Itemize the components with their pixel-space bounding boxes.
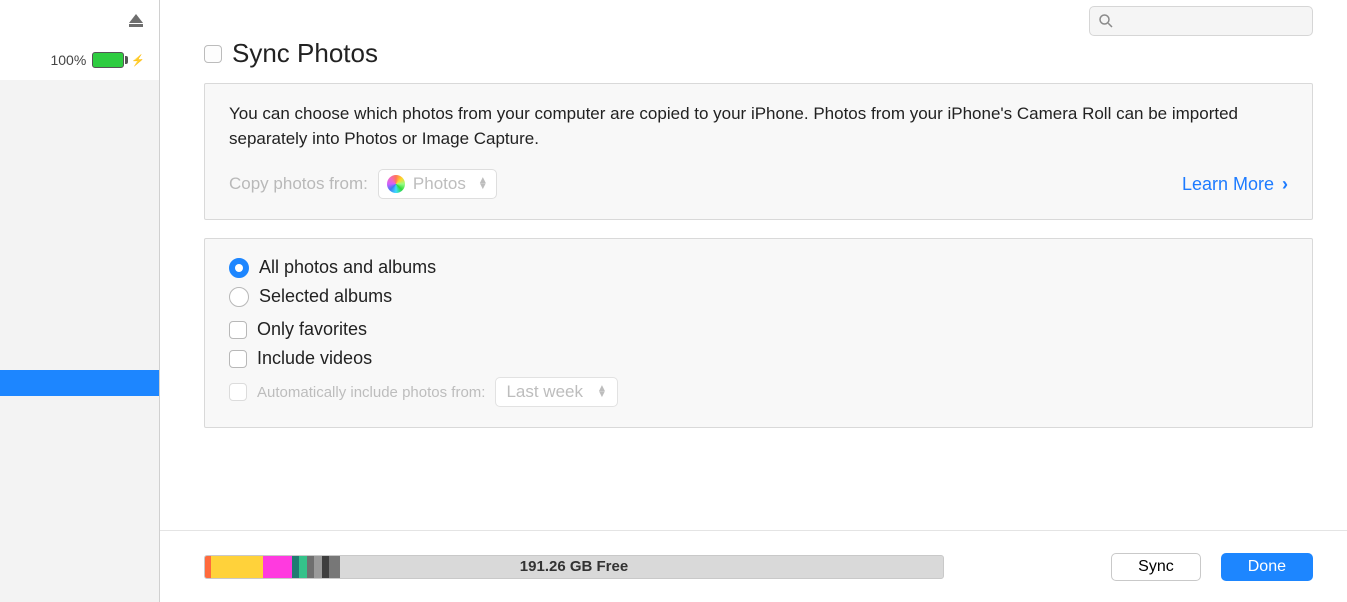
auto-include-row: Automatically include photos from: Last … xyxy=(229,377,1288,407)
radio-all[interactable] xyxy=(229,258,249,278)
chevron-right-icon: › xyxy=(1282,174,1288,195)
eject-button[interactable] xyxy=(129,14,143,23)
radio-all-row[interactable]: All photos and albums xyxy=(229,257,1288,278)
storage-bar: 191.26 GB Free xyxy=(204,555,944,579)
radio-selected-row[interactable]: Selected albums xyxy=(229,286,1288,307)
page-title: Sync Photos xyxy=(232,38,378,69)
learn-more-label: Learn More xyxy=(1182,174,1274,195)
include-videos-checkbox[interactable] xyxy=(229,350,247,368)
copy-from-value: Photos xyxy=(413,174,466,194)
sync-photos-checkbox[interactable] xyxy=(204,45,222,63)
auto-include-value: Last week xyxy=(506,382,583,402)
eject-icon xyxy=(129,14,143,23)
battery-icon xyxy=(92,52,124,68)
auto-include-label: Automatically include photos from: xyxy=(257,384,485,401)
content: Sync Photos You can choose which photos … xyxy=(160,0,1347,530)
copy-from-label: Copy photos from: xyxy=(229,174,368,194)
sync-button[interactable]: Sync xyxy=(1111,553,1201,581)
radio-all-label: All photos and albums xyxy=(259,257,436,278)
search-input[interactable] xyxy=(1089,6,1313,36)
search-icon xyxy=(1097,12,1115,34)
info-panel: You can choose which photos from your co… xyxy=(204,83,1313,220)
copy-row: Copy photos from: Photos ▲▼ Learn More › xyxy=(229,169,1288,199)
auto-include-checkbox[interactable] xyxy=(229,383,247,401)
sidebar-selected-item[interactable] xyxy=(0,370,159,396)
done-button[interactable]: Done xyxy=(1221,553,1313,581)
radio-selected[interactable] xyxy=(229,287,249,307)
favorites-label: Only favorites xyxy=(257,319,367,340)
main-pane: Sync Photos You can choose which photos … xyxy=(160,0,1347,602)
battery-indicator: 100% ⚡ xyxy=(50,52,145,68)
chevron-updown-icon: ▲▼ xyxy=(478,178,488,190)
auto-include-select[interactable]: Last week ▲▼ xyxy=(495,377,617,407)
sidebar-header xyxy=(0,0,159,80)
footer-bar: 191.26 GB Free Sync Done xyxy=(160,530,1347,602)
favorites-checkbox[interactable] xyxy=(229,321,247,339)
learn-more-link[interactable]: Learn More › xyxy=(1182,174,1288,195)
charging-icon: ⚡ xyxy=(131,54,145,67)
battery-percent: 100% xyxy=(50,52,86,68)
copy-from-select[interactable]: Photos ▲▼ xyxy=(378,169,497,199)
include-videos-label: Include videos xyxy=(257,348,372,369)
include-videos-row[interactable]: Include videos xyxy=(229,348,1288,369)
chevron-updown-icon: ▲▼ xyxy=(597,386,607,398)
radio-selected-label: Selected albums xyxy=(259,286,392,307)
favorites-row[interactable]: Only favorites xyxy=(229,319,1288,340)
sidebar: 100% ⚡ xyxy=(0,0,160,602)
photos-app-icon xyxy=(387,175,405,193)
options-panel: All photos and albums Selected albums On… xyxy=(204,238,1313,428)
storage-free-label: 191.26 GB Free xyxy=(205,556,943,578)
panel-description: You can choose which photos from your co… xyxy=(229,102,1288,151)
search-wrap xyxy=(1089,6,1313,36)
copy-left: Copy photos from: Photos ▲▼ xyxy=(229,169,497,199)
options-group: Only favorites Include videos Automatica… xyxy=(229,319,1288,407)
title-row: Sync Photos xyxy=(204,38,1313,69)
